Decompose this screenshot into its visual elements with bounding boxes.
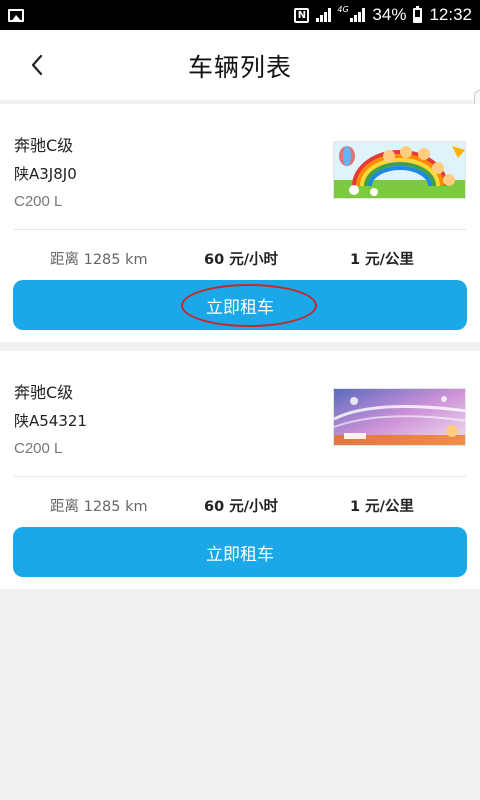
- nfc-icon: N: [294, 7, 310, 23]
- rent-now-button[interactable]: 立即租车: [13, 527, 467, 577]
- car-card[interactable]: 奔驰C级 陕A3J8J0 C200 L 距离 1285 km 60 元/小时 1…: [0, 104, 480, 342]
- rent-now-label: 立即租车: [206, 544, 274, 565]
- card-divider: [14, 476, 466, 477]
- car-info: 奔驰C级 陕A54321 C200 L: [14, 381, 87, 461]
- clock-time: 12:32: [429, 5, 472, 24]
- status-bar: N 4G 34% 12:32: [0, 0, 480, 30]
- car-list: 奔驰C级 陕A3J8J0 C200 L 距离 1285 km 60 元/小时 1…: [0, 104, 480, 589]
- highlight-ring: [181, 284, 317, 327]
- car-variant: C200 L: [14, 193, 63, 210]
- car-card[interactable]: 奔驰C级 陕A54321 C200 L 距离 1285 km 60 元/小时 1…: [0, 351, 480, 589]
- distance-text: 距离 1285 km: [50, 499, 148, 515]
- car-thumbnail-image[interactable]: [333, 141, 466, 199]
- rainbow-illustration: [334, 142, 465, 198]
- price-per-hour: 60 元/小时: [204, 499, 279, 515]
- car-model: 奔驰C级: [14, 383, 74, 402]
- car-plate: 陕A3J8J0: [14, 165, 77, 183]
- signal-4g-icon: 4G: [337, 5, 366, 22]
- card-divider: [14, 229, 466, 230]
- status-bar-right: N 4G 34% 12:32: [294, 5, 472, 25]
- car-thumbnail-image[interactable]: [333, 388, 466, 446]
- car-stats: 距离 1285 km 60 元/小时 1 元/公里: [0, 496, 480, 518]
- rent-now-button[interactable]: 立即租车: [13, 280, 467, 330]
- purple-sky-illustration: [334, 389, 465, 445]
- gallery-icon: [8, 8, 24, 22]
- app-header: 车辆列表: [0, 30, 480, 100]
- battery-percent: 34%: [372, 5, 407, 24]
- distance-text: 距离 1285 km: [50, 252, 148, 268]
- status-bar-left: [8, 8, 24, 22]
- car-model: 奔驰C级: [14, 136, 74, 155]
- price-per-km: 1 元/公里: [350, 252, 414, 268]
- car-plate: 陕A54321: [14, 412, 87, 430]
- battery-icon: [413, 5, 423, 23]
- network-type-label: 4G: [337, 5, 349, 14]
- car-variant: C200 L: [14, 440, 63, 457]
- page-title: 车辆列表: [187, 53, 292, 82]
- car-info: 奔驰C级 陕A3J8J0 C200 L: [14, 134, 77, 214]
- price-per-hour: 60 元/小时: [204, 252, 279, 268]
- signal-icon: [316, 8, 332, 22]
- car-stats: 距离 1285 km 60 元/小时 1 元/公里: [0, 249, 480, 271]
- price-per-km: 1 元/公里: [350, 499, 414, 515]
